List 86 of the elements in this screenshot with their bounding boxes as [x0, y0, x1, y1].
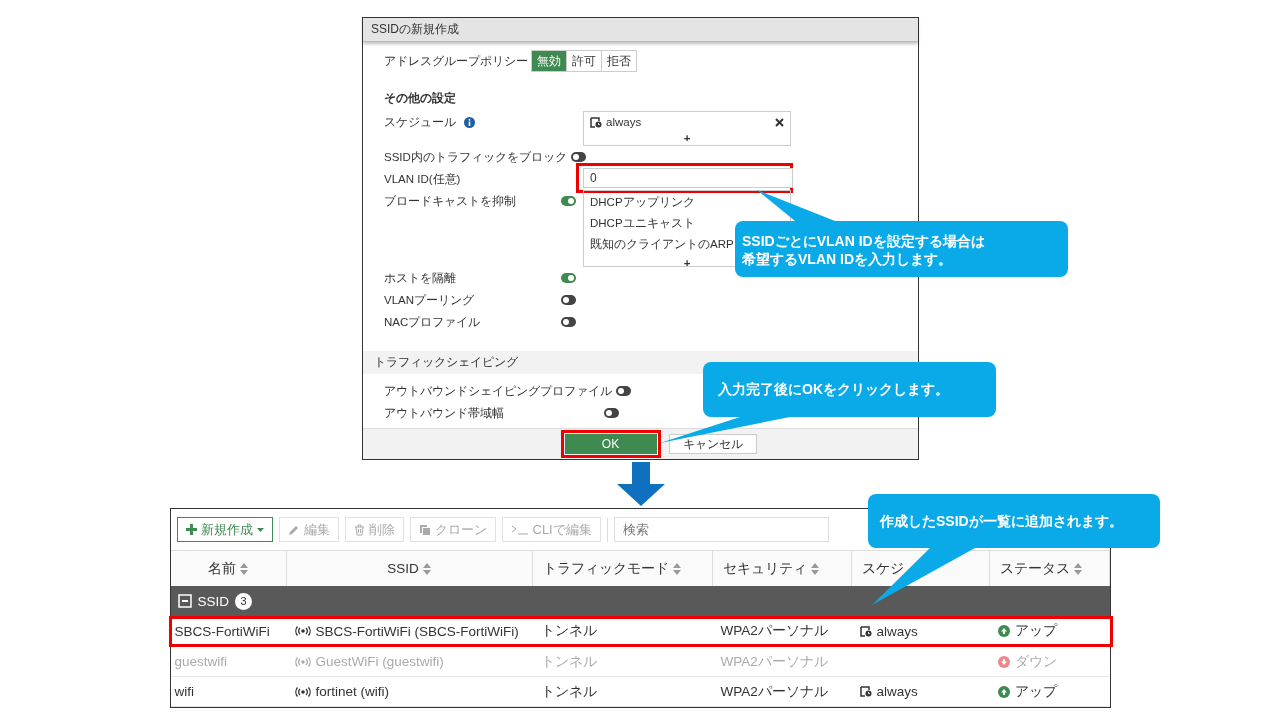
table-cell-text: wifi [173, 683, 195, 701]
column-title: トラフィックモード [542, 559, 669, 578]
table-cell: fortinet (wifi) [315, 684, 389, 699]
pencil-icon [287, 523, 300, 536]
calendar-clock-icon [590, 116, 602, 128]
field-label: アドレスグループポリシー [384, 54, 529, 69]
column-title: SSID [387, 561, 419, 576]
search-field[interactable]: 検索 [613, 517, 829, 542]
toggle-switch[interactable] [561, 196, 576, 206]
field-label: NACプロファイル [384, 315, 482, 330]
sort-icon[interactable] [422, 562, 431, 575]
up-arrow-icon [997, 685, 1010, 698]
input-field[interactable]: 0 [583, 168, 793, 188]
toggle-switch[interactable] [561, 295, 576, 305]
down-arrow-icon [997, 655, 1010, 668]
status-text: アップ [1014, 622, 1057, 640]
table-cell-text: WPA2パーソナル [719, 652, 829, 671]
close-icon[interactable] [775, 117, 784, 127]
field-label: ホストを隔離 [384, 271, 457, 286]
column-title: スケジ [861, 559, 904, 578]
table-cell: GuestWiFi (guestwifi) [315, 654, 444, 669]
toggle-switch[interactable] [570, 152, 586, 162]
calendar-clock-icon [859, 686, 872, 697]
column-title: 名前 [208, 559, 236, 578]
table-cell-text: トンネル [539, 622, 598, 640]
table-cell: always [876, 623, 918, 639]
calendar-clock-icon [859, 625, 872, 637]
list-entry: DHCPアップリンク [590, 195, 695, 210]
group-bar[interactable]: SSID 3 [170, 586, 1110, 616]
field-label: アウトバウンドシェイピングプロファイル [384, 384, 613, 399]
toggle-switch[interactable] [604, 408, 619, 418]
status-text: ダウン [1014, 652, 1057, 671]
callout-text: 作成したSSIDが一覧に追加されます。 [880, 512, 1123, 530]
segment-option[interactable]: 許可 [566, 50, 602, 72]
table-cell: always [876, 684, 918, 699]
ok-button[interactable]: OK [564, 434, 657, 454]
callout-text: SSIDごとにVLAN IDを設定する場合は 希望するVLAN IDを入力します。 [742, 232, 985, 268]
field-label: ブロードキャストを抑制 [384, 194, 517, 209]
wireless-icon [294, 686, 311, 697]
table-cell-text: guestwifi [173, 653, 229, 671]
toggle-switch[interactable] [561, 273, 576, 283]
plus-icon [185, 524, 197, 535]
copy-icon [418, 523, 431, 536]
status-text: アップ [1014, 682, 1057, 701]
terminal-icon [510, 524, 529, 535]
sort-icon[interactable] [810, 562, 819, 575]
sort-icon[interactable] [672, 562, 681, 575]
field-label: VLAN ID(任意) [384, 172, 462, 187]
list-entry: DHCPユニキャスト [590, 216, 695, 231]
add-symbol[interactable]: + [590, 130, 784, 146]
column-title: セキュリティ [722, 559, 807, 578]
toggle-switch[interactable] [616, 386, 631, 396]
sort-icon[interactable] [1073, 562, 1082, 575]
field-label: VLANプーリング [384, 293, 476, 308]
caret-icon [256, 527, 264, 532]
field-label: アウトバウンド帯域幅 [384, 406, 505, 421]
dialog-title: SSIDの新規作成 [363, 18, 918, 42]
field-label: SSID内のトラフィックをブロック [384, 150, 568, 165]
section-heading: その他の設定 [384, 90, 457, 107]
list-entry: 既知のクライアントのARP [590, 237, 734, 252]
table-cell-text: SBCS-FortiWiFi [173, 622, 271, 641]
down-arrow-icon [617, 462, 665, 506]
column-title: ステータス [999, 559, 1070, 578]
wireless-icon [294, 656, 311, 667]
list-entry: always [606, 116, 642, 128]
table-cell-text: トンネル [539, 682, 598, 701]
sort-icon[interactable] [240, 562, 248, 575]
highlighted-row[interactable]: SBCS-FortiWiFi SBCS-FortiWiFi (SBCS-FortiWiFi) トンネル WPA2パーソナル always アップ [168, 616, 1113, 647]
up-arrow-icon [997, 625, 1010, 637]
toolbar-button[interactable]: 新規作成 [176, 517, 273, 542]
callout-text: 入力完了後にOKをクリックします。 [718, 380, 949, 398]
count-badge: 3 [235, 592, 252, 610]
collapse-icon[interactable] [177, 594, 192, 608]
table-cell-text: WPA2パーソナル [719, 622, 829, 640]
toggle-switch[interactable] [561, 317, 576, 327]
segment-option[interactable]: 拒否 [601, 50, 637, 72]
table-cell: SBCS-FortiWiFi (SBCS-FortiWiFi) [315, 623, 519, 639]
segment-option[interactable]: 無効 [531, 50, 567, 72]
table-cell-text: トンネル [539, 652, 598, 671]
field-label: スケジュール [384, 115, 456, 130]
trash-icon [353, 523, 365, 536]
table-cell-text: WPA2パーソナル [719, 682, 829, 701]
cancel-button[interactable]: キャンセル [668, 434, 757, 454]
info-icon[interactable] [464, 116, 475, 128]
wireless-icon [294, 626, 311, 636]
group-label: SSID [197, 593, 229, 609]
